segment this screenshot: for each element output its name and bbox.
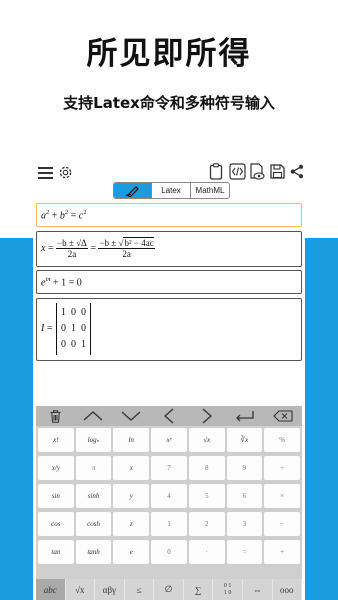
- save-icon[interactable]: [270, 164, 285, 179]
- key-sqrt[interactable]: √x: [188, 428, 225, 452]
- key-divide[interactable]: ÷: [264, 456, 300, 480]
- menu-icon[interactable]: [38, 167, 53, 179]
- mode-tabs: Latex MathML: [113, 182, 230, 199]
- code-icon[interactable]: [229, 163, 246, 180]
- tab-mathml[interactable]: MathML: [191, 183, 229, 198]
- formula-box-identity-matrix[interactable]: I = 100 010 001: [36, 298, 302, 361]
- key-fraction[interactable]: x/y: [38, 456, 74, 480]
- key-tan[interactable]: tan: [38, 540, 74, 564]
- fkey-more[interactable]: ooo: [273, 579, 303, 600]
- key-cos[interactable]: cos: [38, 512, 74, 536]
- backspace-icon[interactable]: [264, 406, 302, 426]
- key-1[interactable]: 1: [151, 512, 187, 536]
- clipboard-icon[interactable]: [209, 163, 223, 180]
- key-y[interactable]: y: [113, 484, 150, 508]
- tab-latex[interactable]: Latex: [152, 183, 191, 198]
- key-x[interactable]: x: [113, 456, 150, 480]
- formula-box-quadratic[interactable]: x = −b ± √Δ 2a = −b ± √b² − 4ac 2a: [36, 231, 302, 267]
- keyboard-nav-row: [36, 406, 302, 426]
- key-equals[interactable]: =: [226, 540, 263, 564]
- formula-text: eiπ + 1 = 0: [41, 276, 82, 289]
- math-keyboard: x! logₙ ln xʸ √x ∛x % x/y π x 7 8 9 ÷ si…: [36, 406, 303, 600]
- trash-icon[interactable]: [36, 406, 74, 426]
- matrix: 100 010 001: [56, 303, 91, 355]
- promo-title: 所见即所得: [86, 36, 252, 72]
- key-percent[interactable]: %: [264, 428, 300, 452]
- fkey-abc[interactable]: abc: [36, 579, 66, 600]
- key-tanh[interactable]: tanh: [75, 540, 112, 564]
- fkey-greek[interactable]: αβγ: [95, 579, 125, 600]
- key-2[interactable]: 2: [188, 512, 225, 536]
- key-4[interactable]: 4: [151, 484, 187, 508]
- key-e[interactable]: e: [113, 540, 150, 564]
- key-cbrt[interactable]: ∛x: [226, 428, 263, 452]
- key-power[interactable]: xʸ: [151, 428, 187, 452]
- fkey-sqrt[interactable]: √x: [66, 579, 96, 600]
- key-pi[interactable]: π: [75, 456, 112, 480]
- formula-text: x = −b ± √Δ 2a = −b ± √b² − 4ac 2a: [41, 237, 155, 259]
- fkey-arrows[interactable]: ⇔: [243, 579, 273, 600]
- formula-lhs: I =: [41, 323, 53, 334]
- left-arrow-icon[interactable]: [150, 406, 188, 426]
- phone-screen: Latex MathML a2 + b2 = c2 x = −b ± √Δ 2a …: [33, 157, 305, 600]
- keyboard-function-row: abc √x αβγ ≤ ∅ ∑ 0 1 1 0 ⇔ ooo: [36, 579, 303, 600]
- key-log-n[interactable]: logₙ: [75, 428, 112, 452]
- fkey-compare[interactable]: ≤: [125, 579, 155, 600]
- key-minus[interactable]: −: [264, 512, 300, 536]
- gear-icon[interactable]: [57, 164, 74, 181]
- tab-handwriting[interactable]: [114, 183, 152, 198]
- key-plus[interactable]: +: [264, 540, 300, 564]
- key-dot[interactable]: ·: [188, 540, 225, 564]
- key-3[interactable]: 3: [226, 512, 263, 536]
- fkey-sets[interactable]: ∅: [154, 579, 184, 600]
- key-cosh[interactable]: cosh: [75, 512, 112, 536]
- key-6[interactable]: 6: [226, 484, 263, 508]
- fkey-sum[interactable]: ∑: [184, 579, 214, 600]
- key-9[interactable]: 9: [226, 456, 263, 480]
- pen-icon: [125, 186, 139, 197]
- key-sin[interactable]: sin: [38, 484, 74, 508]
- right-arrow-icon[interactable]: [188, 406, 226, 426]
- key-sinh[interactable]: sinh: [75, 484, 112, 508]
- doc-preview-icon[interactable]: [249, 163, 266, 181]
- down-arrow-icon[interactable]: [112, 406, 150, 426]
- promo-subtitle: 支持Latex命令和多种符号输入: [63, 94, 275, 112]
- key-ln[interactable]: ln: [113, 428, 150, 452]
- key-8[interactable]: 8: [188, 456, 225, 480]
- keyboard-keys: x! logₙ ln xʸ √x ∛x % x/y π x 7 8 9 ÷ si…: [38, 428, 300, 564]
- key-factorial[interactable]: x!: [38, 428, 74, 452]
- key-7[interactable]: 7: [151, 456, 187, 480]
- key-5[interactable]: 5: [188, 484, 225, 508]
- formula-text: a2 + b2 = c2: [41, 209, 87, 222]
- enter-icon[interactable]: [226, 406, 264, 426]
- key-z[interactable]: z: [113, 512, 150, 536]
- formula-box-euler[interactable]: eiπ + 1 = 0: [36, 270, 302, 294]
- fkey-matrix[interactable]: 0 1 1 0: [213, 579, 243, 600]
- share-icon[interactable]: [290, 164, 304, 179]
- up-arrow-icon[interactable]: [74, 406, 112, 426]
- key-multiply[interactable]: ×: [264, 484, 300, 508]
- key-0[interactable]: 0: [151, 540, 187, 564]
- formula-box-pythagorean[interactable]: a2 + b2 = c2: [36, 203, 302, 227]
